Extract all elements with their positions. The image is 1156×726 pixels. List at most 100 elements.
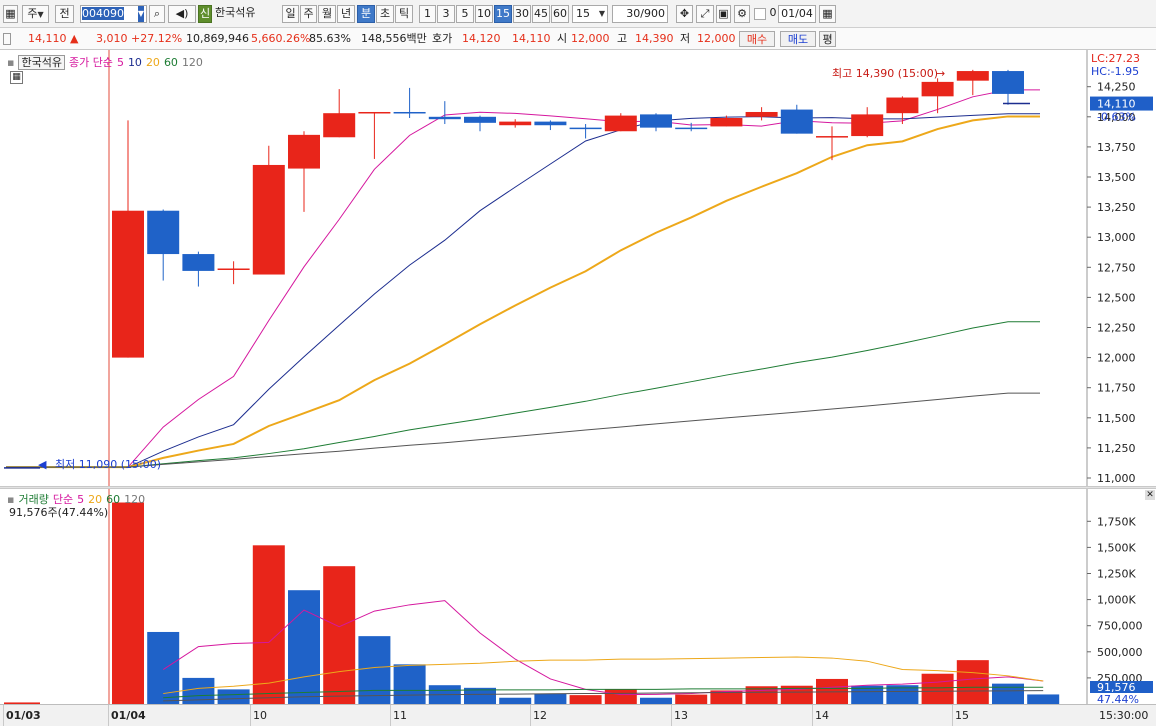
view-button[interactable]: 전 <box>55 5 74 23</box>
period-tab-month[interactable]: 월 <box>318 5 336 23</box>
period-tab-year[interactable]: 년 <box>337 5 355 23</box>
current-price-value: 14,110 <box>28 32 67 45</box>
volume-bar <box>288 590 320 704</box>
y-tick-label: 13,250 <box>1097 201 1136 214</box>
candle-body <box>252 164 285 275</box>
interval-button[interactable]: 1 <box>419 5 436 23</box>
volume-bar <box>393 664 426 704</box>
checkbox-label: 0 <box>769 6 777 19</box>
stock-name-tag[interactable]: 한국석유 <box>18 55 65 70</box>
candle-body <box>4 467 40 469</box>
x-axis-divider <box>3 705 4 726</box>
volume-bar <box>252 545 285 704</box>
candle-body <box>921 81 954 97</box>
y-tick-label: 11,750 <box>1097 382 1136 395</box>
x-axis-divider <box>390 705 391 726</box>
stock-code-input[interactable]: 004090 ▼ <box>80 5 147 23</box>
candle-body <box>816 136 848 138</box>
stock-code-value: 004090 <box>82 7 124 20</box>
ma-legend-120: 120 <box>181 56 203 69</box>
period-tab-tick[interactable]: 틱 <box>395 5 413 23</box>
y-tick-label: 11,500 <box>1097 412 1136 425</box>
grid-icon[interactable]: ▦ <box>3 5 18 23</box>
x-axis-label: 01/04 <box>111 709 146 722</box>
current-change-label: -0.63% <box>1097 111 1136 124</box>
lc-label: LC:27.23 <box>1091 52 1140 65</box>
volume-y-tick-label: 1,000K <box>1097 594 1136 607</box>
volume-y-tick-label: 750,000 <box>1097 620 1143 633</box>
x-axis-divider <box>671 705 672 726</box>
candle-body <box>534 121 567 126</box>
close-icon[interactable]: ✕ <box>1145 490 1155 500</box>
candle-body <box>604 115 637 132</box>
chevron-down-icon: ▼ <box>598 9 605 18</box>
candle-body <box>851 114 884 137</box>
interval-select[interactable]: 15 ▼ <box>572 5 608 23</box>
period-tab-second[interactable]: 초 <box>376 5 394 23</box>
current-price: 14,110 ▲ <box>28 31 78 47</box>
price-panel: 11,000 11,250 11,500 11,750 12,000 12,250 12,5… <box>0 50 1156 486</box>
interval-button[interactable]: 45 <box>532 5 550 23</box>
draw-tool-icon[interactable]: ⤢ <box>696 5 714 23</box>
x-axis-label: 13 <box>674 709 688 722</box>
ask-price: 14,120 <box>462 32 501 45</box>
toolbar: ▦ 주▼ 전 004090 ▼ ⌕ ◀) 신 한국석유 일 주 월 년 분 초 틱… <box>0 0 1156 28</box>
price-ma-title: 종가 단순 <box>68 56 113 69</box>
crosshair-icon[interactable]: ✥ <box>676 5 693 23</box>
count-total: /900 <box>640 7 665 20</box>
x-axis-label: 12 <box>533 709 547 722</box>
volume-bar <box>675 694 708 704</box>
current-price-tag-label: 14,110 <box>1097 98 1136 111</box>
checkbox[interactable] <box>754 8 766 20</box>
table-icon[interactable]: ▦ <box>10 71 23 84</box>
x-axis-label: 11 <box>393 709 407 722</box>
speaker-icon[interactable]: ◀) <box>168 5 196 23</box>
interval-button[interactable]: 10 <box>475 5 493 23</box>
ma-legend-10: 10 <box>127 56 142 69</box>
y-tick-label: 12,500 <box>1097 291 1136 304</box>
y-tick-label: 12,750 <box>1097 261 1136 274</box>
volume-bar <box>112 502 144 704</box>
candle-body <box>323 113 356 138</box>
stock-badge: 신 <box>198 5 212 23</box>
candle-body <box>428 116 461 120</box>
type-select[interactable]: 주▼ <box>22 5 49 23</box>
x-axis-divider <box>952 705 953 726</box>
change-value: 3,010 <box>96 32 128 45</box>
interval-button[interactable]: 5 <box>456 5 474 23</box>
x-axis-divider <box>530 705 531 726</box>
chevron-down-icon: ▼ <box>37 10 44 19</box>
volume-panel: 250,000 500,000 750,000 1,000K 1,250K 1,500K 1… <box>0 489 1156 706</box>
volume-bar <box>1027 694 1060 704</box>
sell-button[interactable]: 매도 <box>780 31 816 47</box>
period-tab-week[interactable]: 주 <box>300 5 317 23</box>
interval-button[interactable]: 60 <box>551 5 569 23</box>
candle-body <box>745 111 778 117</box>
candle-body <box>956 71 989 81</box>
interval-button[interactable]: 30 <box>513 5 531 23</box>
calendar-icon[interactable]: ▦ <box>819 5 836 23</box>
even-button[interactable]: 평 <box>819 31 836 47</box>
date-field[interactable]: 01/04 <box>778 5 816 23</box>
grip-icon <box>3 33 11 45</box>
low-annotation: 최저 11,090 (15:00) <box>55 458 161 471</box>
volume-bar <box>534 693 567 704</box>
volume-bar <box>569 695 602 704</box>
period-tab-minute[interactable]: 분 <box>357 5 375 23</box>
x-axis: 01/03 01/04 10 11 12 13 14 15 15:30:00 <box>0 704 1156 726</box>
search-icon[interactable]: ⌕ <box>149 5 165 23</box>
price-legend: ▪ 한국석유 종가 단순 5 10 20 60 120 <box>7 54 207 70</box>
period-tab-day[interactable]: 일 <box>282 5 299 23</box>
arrow-left-icon: ◀ <box>38 458 47 471</box>
interval-button[interactable]: 3 <box>437 5 455 23</box>
buy-button[interactable]: 매수 <box>739 31 775 47</box>
count-field[interactable]: 30/900 <box>612 5 668 23</box>
volume-bar <box>992 683 1024 704</box>
save-icon[interactable]: ▣ <box>716 5 731 23</box>
interval-button[interactable]: 15 <box>494 5 512 23</box>
volume-y-tick-label: 1,250K <box>1097 568 1136 581</box>
type-select-value: 주 <box>27 7 38 20</box>
candle-body <box>569 127 602 130</box>
gear-icon[interactable]: ⚙ <box>734 5 750 23</box>
volume-percent: 5,660.26% <box>251 32 311 45</box>
